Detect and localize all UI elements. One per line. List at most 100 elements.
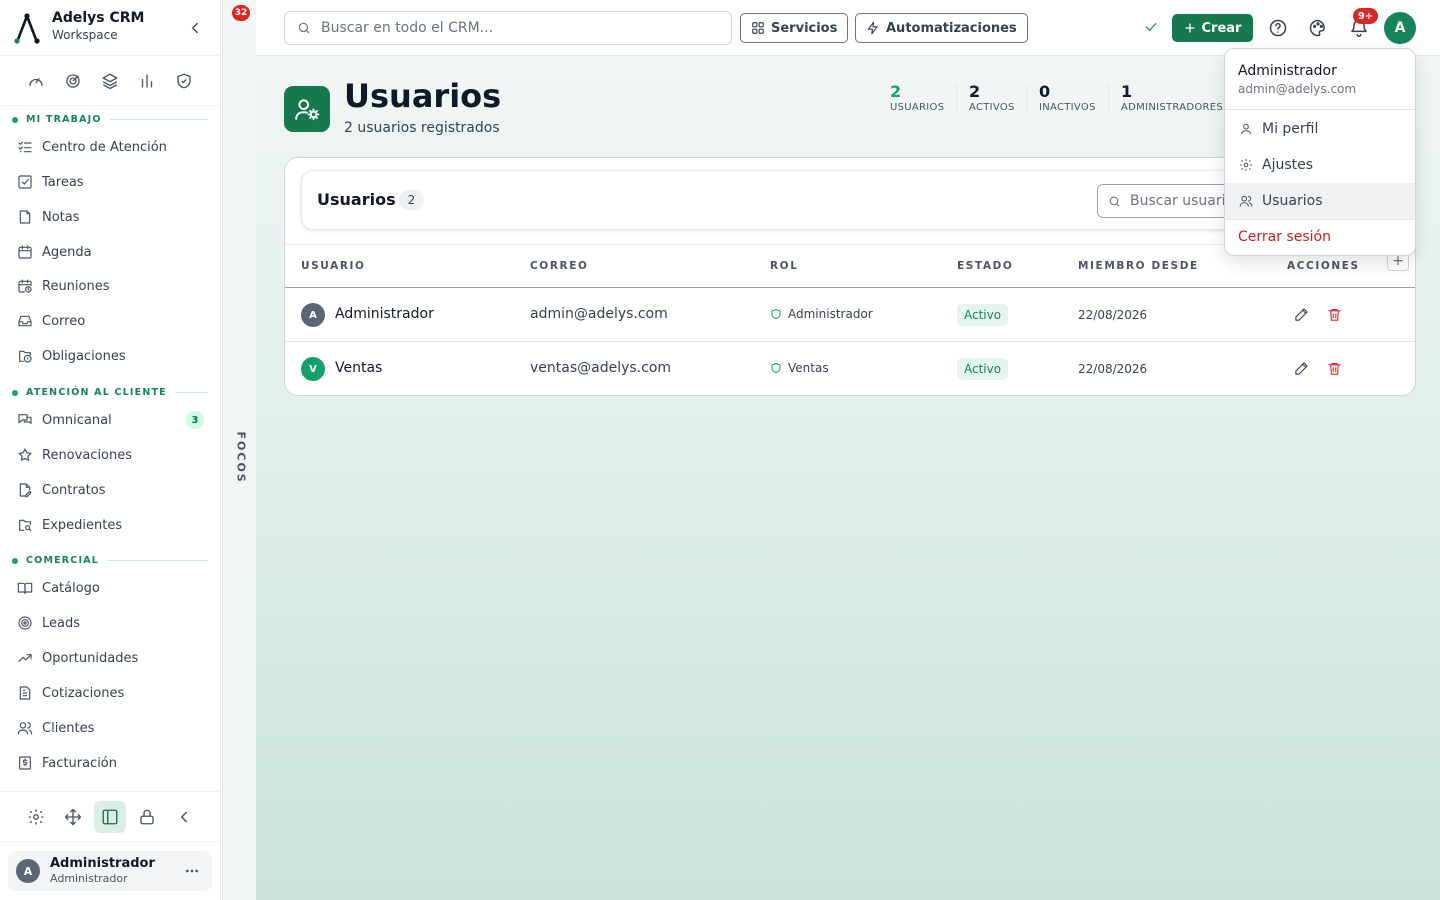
sidebar-item-catalogo[interactable]: Catálogo bbox=[8, 572, 212, 604]
help-icon[interactable] bbox=[1268, 18, 1288, 38]
section-dot bbox=[12, 389, 18, 396]
sidebar-item-renovaciones[interactable]: Renovaciones bbox=[8, 439, 212, 471]
more-horizontal-icon[interactable] bbox=[184, 863, 200, 879]
layers-icon[interactable] bbox=[101, 72, 119, 90]
sidebar-item-correo[interactable]: Correo bbox=[8, 305, 212, 337]
focus-count-badge: 32 bbox=[232, 5, 250, 21]
user-icon bbox=[1240, 123, 1252, 135]
global-search-input[interactable] bbox=[321, 20, 701, 36]
sidebar-item-obligaciones[interactable]: Obligaciones bbox=[8, 340, 212, 372]
bar-chart-icon[interactable] bbox=[138, 72, 156, 90]
settings-tool-button[interactable] bbox=[20, 801, 52, 833]
target-chart-icon[interactable] bbox=[64, 72, 82, 90]
user-avatar-button[interactable]: A bbox=[1384, 12, 1416, 44]
brand-header: Adelys CRM Workspace bbox=[0, 0, 221, 56]
book-icon bbox=[17, 582, 33, 594]
stat-administradores: 1 ADMINISTRADORES bbox=[1121, 82, 1223, 113]
page-title: Usuarios bbox=[344, 77, 502, 115]
sidebar-item-label: Clientes bbox=[42, 720, 95, 736]
status-badge: Activo bbox=[957, 358, 1009, 380]
trash-icon[interactable] bbox=[1327, 307, 1342, 322]
collapse-tool-button[interactable] bbox=[168, 801, 200, 833]
menu-item-label: Mi perfil bbox=[1262, 121, 1319, 137]
trash-icon[interactable] bbox=[1327, 361, 1342, 376]
file-edit-icon bbox=[19, 483, 32, 498]
automations-button[interactable]: Automatizaciones bbox=[855, 13, 1028, 43]
stat-activos: 2 ACTIVOS bbox=[969, 82, 1015, 113]
create-label: Crear bbox=[1201, 20, 1242, 36]
lock-tool-button[interactable] bbox=[131, 801, 163, 833]
sidebar-item-contratos[interactable]: Contratos bbox=[8, 474, 212, 506]
user-menu-header: Administrador admin@adelys.com bbox=[1225, 49, 1415, 110]
page-icon bbox=[284, 86, 330, 132]
sidebar-item-oportunidades[interactable]: Oportunidades bbox=[8, 642, 212, 674]
users-icon bbox=[17, 722, 33, 735]
edit-icon[interactable] bbox=[1294, 307, 1309, 322]
sidebar-item-clientes[interactable]: Clientes bbox=[8, 712, 212, 744]
palette-icon[interactable] bbox=[1308, 18, 1328, 38]
menu-item-ajustes[interactable]: Ajustes bbox=[1225, 147, 1415, 183]
shield-icon bbox=[771, 363, 781, 373]
table-row[interactable]: V Ventas ventas@adelys.com Ventas Activo… bbox=[285, 342, 1415, 395]
column-header-estado[interactable]: ESTADO bbox=[957, 260, 1013, 272]
sidebar-item-expedientes[interactable]: Expedientes bbox=[8, 509, 212, 541]
avatar: V bbox=[301, 357, 325, 381]
sidebar-item-facturacion[interactable]: Facturación bbox=[8, 747, 212, 779]
sidebar-item-omnicanal[interactable]: Omnicanal 3 bbox=[8, 404, 212, 436]
section-divider bbox=[174, 392, 208, 393]
gauge-icon[interactable] bbox=[27, 72, 45, 90]
section-dot bbox=[12, 116, 18, 123]
sidebar-user-card[interactable]: A Administrador Administrador bbox=[8, 851, 212, 891]
edit-icon[interactable] bbox=[1294, 361, 1309, 376]
plus-icon bbox=[1184, 23, 1195, 33]
sidebar-item-agenda[interactable]: Agenda bbox=[8, 236, 212, 268]
sidebar-item-label: Reuniones bbox=[42, 278, 110, 294]
services-label: Servicios bbox=[771, 20, 838, 36]
menu-item-usuarios[interactable]: Usuarios bbox=[1225, 183, 1415, 219]
create-button[interactable]: Crear bbox=[1172, 14, 1253, 42]
sidebar-item-notas[interactable]: Notas bbox=[8, 201, 212, 233]
stat-divider bbox=[956, 84, 957, 114]
member-since: 22/08/2026 bbox=[1078, 308, 1148, 322]
sidebar-item-leads[interactable]: Leads bbox=[8, 607, 212, 639]
shield-check-icon[interactable] bbox=[175, 72, 193, 90]
sidebar-item-tareas[interactable]: Tareas bbox=[8, 166, 212, 198]
user-menu-dropdown: Administrador admin@adelys.com Mi perfil… bbox=[1224, 48, 1416, 256]
sidebar-item-label: Agenda bbox=[42, 244, 92, 260]
focus-panel-strip[interactable]: 32 FOCOS bbox=[222, 0, 256, 900]
user-email: ventas@adelys.com bbox=[530, 360, 672, 376]
user-name: Ventas bbox=[335, 360, 383, 376]
focus-label: FOCOS bbox=[234, 431, 248, 484]
sidebar-item-reuniones[interactable]: Reuniones bbox=[8, 270, 212, 302]
sidebar-item-label: Omnicanal bbox=[42, 412, 112, 428]
column-header-rol[interactable]: ROL bbox=[770, 260, 799, 272]
logout-menu-item[interactable]: Cerrar sesión bbox=[1225, 219, 1415, 255]
column-header-correo[interactable]: CORREO bbox=[530, 260, 589, 272]
section-dot bbox=[12, 557, 18, 564]
user-email: admin@adelys.com bbox=[530, 306, 668, 322]
chat-icon bbox=[18, 414, 32, 424]
users-icon bbox=[1239, 195, 1253, 207]
search-icon bbox=[1109, 196, 1120, 206]
user-menu-email: admin@adelys.com bbox=[1238, 82, 1357, 96]
sidebar-item-label: Centro de Atención bbox=[42, 139, 167, 155]
stat-value: 2 bbox=[890, 82, 902, 101]
chevron-left-icon bbox=[180, 811, 187, 823]
sidebar-item-cotizaciones[interactable]: Cotizaciones bbox=[8, 677, 212, 709]
move-tool-button[interactable] bbox=[57, 801, 89, 833]
sidebar-item-label: Obligaciones bbox=[42, 348, 126, 364]
avatar: A bbox=[301, 303, 325, 327]
menu-item-mi-perfil[interactable]: Mi perfil bbox=[1225, 111, 1415, 147]
services-button[interactable]: Servicios bbox=[740, 13, 849, 43]
sidebar-item-centro-de-atencion[interactable]: Centro de Atención bbox=[8, 131, 212, 163]
column-header-usuario[interactable]: USUARIO bbox=[301, 260, 366, 272]
column-header-miembro-desde[interactable]: MIEMBRO DESDE bbox=[1078, 260, 1199, 272]
adelys-logo-icon bbox=[14, 13, 40, 44]
collapse-sidebar-icon[interactable] bbox=[186, 19, 204, 37]
move-icon bbox=[64, 808, 82, 826]
sidebar-panel-icon bbox=[102, 809, 118, 825]
grid-icon bbox=[752, 22, 764, 34]
panel-layout-button[interactable] bbox=[94, 801, 126, 833]
table-row[interactable]: A Administrador admin@adelys.com Adminis… bbox=[285, 288, 1415, 342]
gear-icon bbox=[28, 809, 44, 825]
